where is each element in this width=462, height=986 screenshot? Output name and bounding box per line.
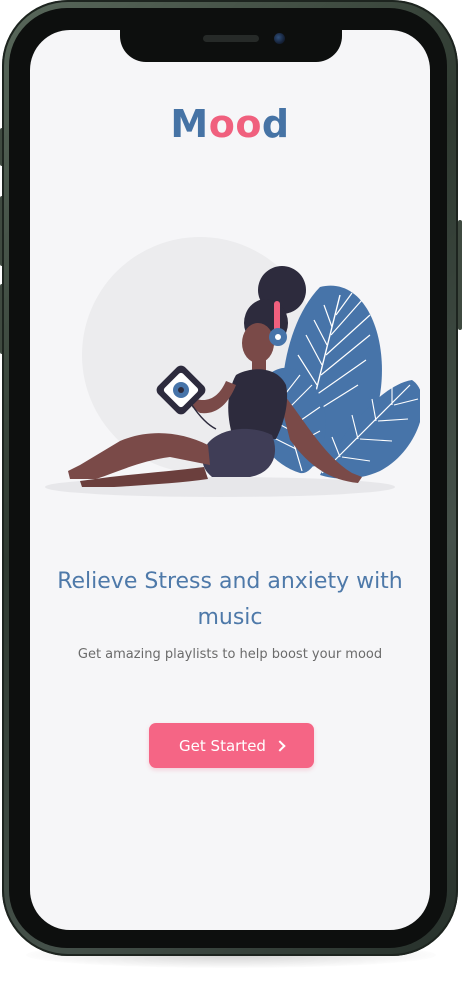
logo-letter-m: M bbox=[170, 102, 209, 146]
woman-listening-music-illustration bbox=[45, 237, 420, 497]
app-screen: Mood Relieve Stress and anxiety with mus… bbox=[30, 30, 430, 930]
power-button bbox=[458, 220, 462, 330]
subtext: Get amazing playlists to help boost your… bbox=[77, 647, 383, 662]
headline: Relieve Stress and anxiety with music bbox=[57, 569, 403, 630]
logo-letter-o1: o bbox=[208, 102, 236, 146]
front-camera-icon bbox=[274, 33, 285, 44]
get-started-label: Get Started bbox=[179, 736, 266, 755]
get-started-button[interactable]: Get Started bbox=[149, 723, 314, 768]
logo-letter-o2: o bbox=[235, 102, 262, 146]
device-stage: Mood Relieve Stress and anxiety with mus… bbox=[0, 0, 462, 986]
app-logo: Mood bbox=[30, 102, 430, 146]
logo-letter-d: d bbox=[261, 102, 290, 146]
chevron-right-icon bbox=[274, 739, 286, 752]
speaker-grille bbox=[203, 35, 259, 42]
